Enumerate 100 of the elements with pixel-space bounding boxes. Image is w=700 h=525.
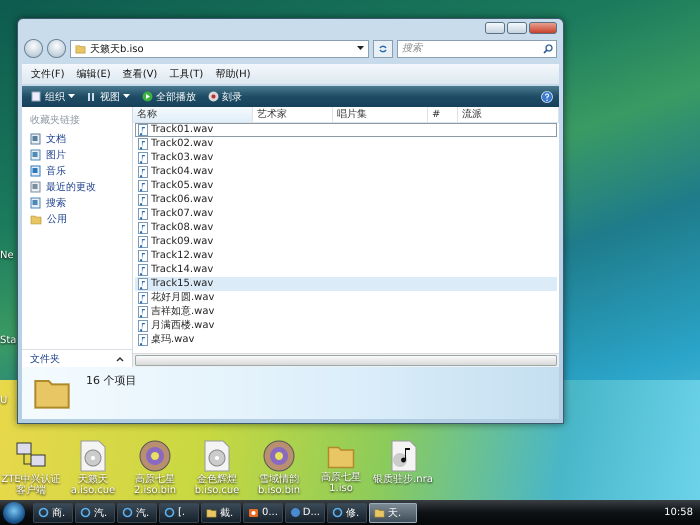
favorite-links-heading: 收藏夹链接 [29,114,81,128]
sidebar-item[interactable]: 公用 [22,211,132,227]
disc-icon [208,91,219,102]
file-name: Track02.wav [151,138,214,150]
caret-icon [123,94,130,99]
folder-icon [206,507,217,518]
audio-file-icon [138,124,148,136]
column-header[interactable]: # [428,107,458,123]
file-row[interactable]: Track09.wav [135,235,557,249]
taskbar-button[interactable]: 商. [33,502,73,522]
search-field[interactable]: 搜索 [397,40,557,58]
folder-icon [75,43,86,54]
desktop-icon-label: Sta [0,335,16,346]
taskbar-button[interactable]: D... [285,502,325,522]
dvd-disc-icon [263,440,295,472]
help-icon[interactable] [541,90,553,102]
menu-item[interactable]: 工具(T) [164,66,208,82]
file-row[interactable]: Track05.wav [135,179,557,193]
taskbar-button[interactable]: 汽. [75,502,115,522]
camera-icon [248,507,259,518]
sidebar-item[interactable]: 音乐 [22,163,132,179]
taskbar-button[interactable]: 截. [201,502,241,522]
address-path: 天籁天b.iso [90,42,145,56]
file-row[interactable]: 花好月圆.wav [135,291,557,305]
start-button[interactable] [3,502,25,524]
horizontal-scrollbar[interactable] [133,353,559,367]
audio-file-icon [138,334,148,346]
audio-file-icon [138,306,148,318]
file-row[interactable]: Track12.wav [135,249,557,263]
minimize-button[interactable] [485,22,505,34]
menu-item[interactable]: 查看(V) [118,66,162,82]
file-name: Track04.wav [151,166,214,178]
column-header[interactable]: 艺术家 [253,107,333,123]
refresh-button[interactable] [373,40,393,58]
file-name: 花好月圆.wav [151,292,214,304]
file-name: Track03.wav [151,152,214,164]
taskbar-button[interactable]: 0... [243,502,283,522]
sidebar-item[interactable]: 文档 [22,131,132,147]
file-name: Track01.wav [151,124,214,136]
file-row[interactable]: Track03.wav [135,151,557,165]
address-bar[interactable]: 天籁天b.iso [70,40,369,58]
taskbar-button[interactable]: [. [159,502,199,522]
file-name: Track05.wav [151,180,214,192]
chevron-up-icon [116,356,124,362]
taskbar-button[interactable]: 修. [327,502,367,522]
caret-icon [357,46,364,51]
file-name: Track14.wav [151,264,214,276]
desktop-icon-label: Ne [0,250,14,261]
disc-file-icon [79,440,107,472]
file-name: Track12.wav [151,250,214,262]
column-header[interactable]: 名称 [133,107,253,123]
folder-icon [374,507,385,518]
file-name: 月满西楼.wav [151,320,214,332]
views-icon [87,92,97,102]
column-header[interactable]: 流派 [458,107,559,123]
sidebar-item[interactable]: 图片 [22,147,132,163]
menu-item[interactable]: 文件(F) [26,66,70,82]
file-row[interactable]: 月满西楼.wav [135,319,557,333]
file-name: Track09.wav [151,236,214,248]
refresh-icon [378,44,388,54]
item-count: 16 个项目 [86,373,136,389]
audio-file-icon [138,250,148,262]
file-row[interactable]: 桌玛.wav [135,333,557,347]
close-button[interactable] [529,22,557,34]
caret-icon [68,94,75,99]
file-row[interactable]: Track06.wav [135,193,557,207]
sidebar-item[interactable]: 搜索 [22,195,132,211]
audio-file-icon [138,166,148,178]
file-name: Track06.wav [151,194,214,206]
burn-button[interactable]: 刻录 [205,88,245,106]
file-row[interactable]: Track02.wav [135,137,557,151]
back-button[interactable] [24,39,43,58]
organize-button[interactable]: 组织 [28,88,78,106]
views-button[interactable]: 视图 [84,88,133,106]
file-row[interactable]: Track04.wav [135,165,557,179]
disc-file-icon [203,440,231,472]
file-row[interactable]: Track07.wav [135,207,557,221]
play-button[interactable]: 全部播放 [139,88,199,106]
forward-button[interactable] [47,39,66,58]
taskbar-button[interactable]: 天. [369,502,417,522]
file-row[interactable]: 吉祥如意.wav [135,305,557,319]
clock: 10:58 [664,507,694,518]
menu-item[interactable]: 编辑(E) [72,66,116,82]
audio-file-icon [138,180,148,192]
column-header[interactable]: 唱片集 [333,107,428,123]
file-row[interactable]: Track01.wav [135,123,557,137]
audio-file-icon [138,152,148,164]
file-row[interactable]: Track08.wav [135,221,557,235]
sidebar-item[interactable]: 最近的更改 [22,179,132,195]
file-name: Track08.wav [151,222,214,234]
audio-file-icon [138,264,148,276]
file-name: Track15.wav [151,278,214,290]
file-row[interactable]: Track15.wav [135,277,557,291]
audio-file-icon [138,208,148,220]
taskbar-button[interactable]: 汽. [117,502,157,522]
maximize-button[interactable] [507,22,527,34]
audio-file-icon [138,278,148,290]
menu-item[interactable]: 帮助(H) [210,66,256,82]
audio-file-icon [138,194,148,206]
file-row[interactable]: Track14.wav [135,263,557,277]
